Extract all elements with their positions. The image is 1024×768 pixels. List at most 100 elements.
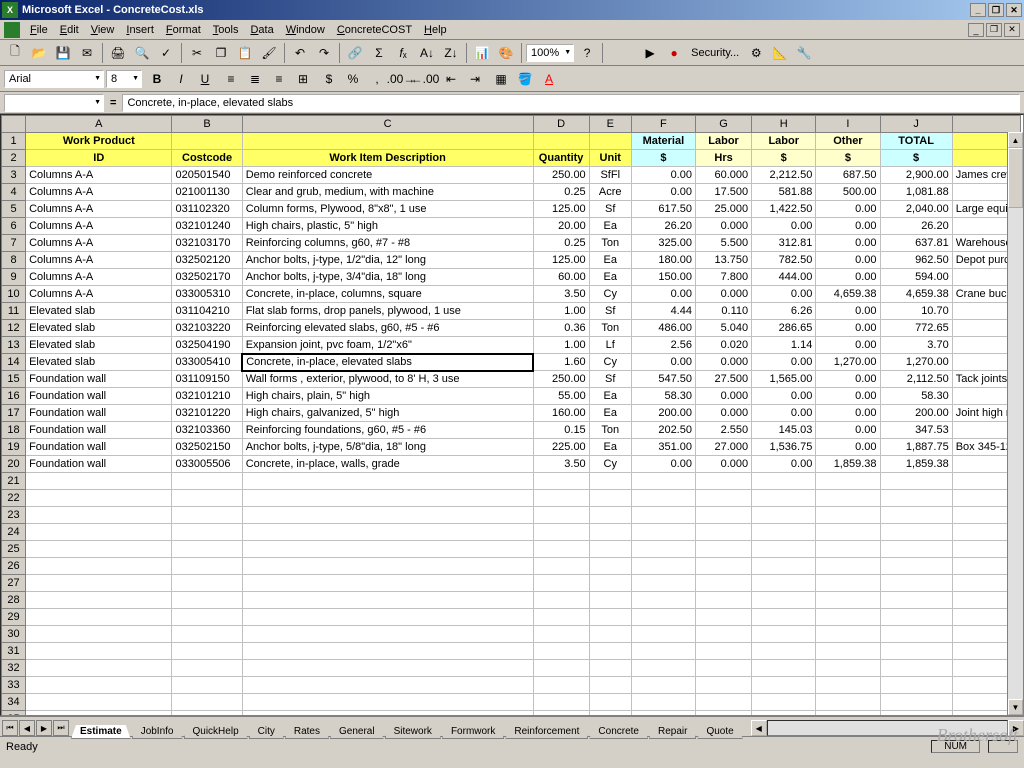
cell-F3[interactable]: 0.00 bbox=[631, 167, 695, 184]
cell-empty[interactable] bbox=[242, 694, 533, 711]
cell-A6[interactable]: Columns A-A bbox=[26, 218, 172, 235]
cell-empty[interactable] bbox=[26, 541, 172, 558]
cell-H3[interactable]: 2,212.50 bbox=[752, 167, 816, 184]
cell-empty[interactable] bbox=[589, 677, 631, 694]
cell-D14[interactable]: 1.60 bbox=[533, 354, 589, 371]
cell-E15[interactable]: Sf bbox=[589, 371, 631, 388]
cell-empty[interactable] bbox=[816, 507, 880, 524]
cell-empty[interactable] bbox=[172, 677, 242, 694]
cell-I12[interactable]: 0.00 bbox=[816, 320, 880, 337]
col-header-J[interactable]: J bbox=[880, 116, 952, 133]
cell-empty[interactable] bbox=[26, 490, 172, 507]
cell-empty[interactable] bbox=[589, 711, 631, 717]
cell-A4[interactable]: Columns A-A bbox=[26, 184, 172, 201]
cell-E20[interactable]: Cy bbox=[589, 456, 631, 473]
row-header-35[interactable]: 35 bbox=[2, 711, 26, 717]
cell-empty[interactable] bbox=[880, 575, 952, 592]
borders-button[interactable]: ▦ bbox=[490, 68, 512, 90]
cell-D5[interactable]: 125.00 bbox=[533, 201, 589, 218]
redo-button[interactable]: ↷ bbox=[313, 42, 335, 64]
design-button[interactable]: 📐 bbox=[769, 42, 791, 64]
menu-tools[interactable]: Tools bbox=[207, 22, 245, 38]
cell-empty[interactable] bbox=[695, 694, 751, 711]
col-header-G[interactable]: G bbox=[695, 116, 751, 133]
cell-E4[interactable]: Acre bbox=[589, 184, 631, 201]
save-button[interactable]: 💾 bbox=[52, 42, 74, 64]
cell-empty[interactable] bbox=[242, 660, 533, 677]
cell-F5[interactable]: 617.50 bbox=[631, 201, 695, 218]
cell-F6[interactable]: 26.20 bbox=[631, 218, 695, 235]
cell-empty[interactable] bbox=[242, 609, 533, 626]
cell-J6[interactable]: 26.20 bbox=[880, 218, 952, 235]
cell-F14[interactable]: 0.00 bbox=[631, 354, 695, 371]
cell-empty[interactable] bbox=[752, 660, 816, 677]
cell-empty[interactable] bbox=[533, 558, 589, 575]
row-header-33[interactable]: 33 bbox=[2, 677, 26, 694]
cell-empty[interactable] bbox=[589, 609, 631, 626]
cell-A8[interactable]: Columns A-A bbox=[26, 252, 172, 269]
cell-empty[interactable] bbox=[631, 643, 695, 660]
cell-empty[interactable] bbox=[695, 541, 751, 558]
fill-color-button[interactable]: 🪣 bbox=[514, 68, 536, 90]
doc-restore-button[interactable]: ❐ bbox=[986, 23, 1002, 37]
cell-C16[interactable]: High chairs, plain, 5" high bbox=[242, 388, 533, 405]
font-size-combo[interactable]: 8 bbox=[106, 70, 142, 88]
cell-C7[interactable]: Reinforcing columns, g60, #7 - #8 bbox=[242, 235, 533, 252]
cell-empty[interactable] bbox=[752, 473, 816, 490]
cell-A1[interactable]: Work Product bbox=[26, 133, 172, 150]
cell-G16[interactable]: 0.000 bbox=[695, 388, 751, 405]
cell-H4[interactable]: 581.88 bbox=[752, 184, 816, 201]
cell-G18[interactable]: 2.550 bbox=[695, 422, 751, 439]
cell-H10[interactable]: 0.00 bbox=[752, 286, 816, 303]
sheet-tab-quote[interactable]: Quote bbox=[697, 725, 742, 739]
restore-button[interactable]: ❐ bbox=[988, 3, 1004, 17]
cell-empty[interactable] bbox=[880, 592, 952, 609]
cell-J13[interactable]: 3.70 bbox=[880, 337, 952, 354]
cell-H1[interactable]: Labor bbox=[752, 133, 816, 150]
decrease-indent-button[interactable]: ⇤ bbox=[440, 68, 462, 90]
cell-empty[interactable] bbox=[172, 558, 242, 575]
cell-J1[interactable]: TOTAL bbox=[880, 133, 952, 150]
cell-I16[interactable]: 0.00 bbox=[816, 388, 880, 405]
cell-empty[interactable] bbox=[816, 575, 880, 592]
cell-I19[interactable]: 0.00 bbox=[816, 439, 880, 456]
vba-button[interactable]: ⚙ bbox=[745, 42, 767, 64]
cell-C5[interactable]: Column forms, Plywood, 8"x8", 1 use bbox=[242, 201, 533, 218]
formula-input[interactable]: Concrete, in-place, elevated slabs bbox=[122, 94, 1020, 112]
row-header-1[interactable]: 1 bbox=[2, 133, 26, 150]
cell-empty[interactable] bbox=[172, 490, 242, 507]
cell-B6[interactable]: 032101240 bbox=[172, 218, 242, 235]
cell-empty[interactable] bbox=[752, 575, 816, 592]
cell-A2[interactable]: ID bbox=[26, 150, 172, 167]
cell-empty[interactable] bbox=[695, 711, 751, 717]
underline-button[interactable]: U bbox=[194, 68, 216, 90]
cell-B4[interactable]: 021001130 bbox=[172, 184, 242, 201]
cell-F16[interactable]: 58.30 bbox=[631, 388, 695, 405]
row-header-8[interactable]: 8 bbox=[2, 252, 26, 269]
cell-empty[interactable] bbox=[533, 575, 589, 592]
cell-I13[interactable]: 0.00 bbox=[816, 337, 880, 354]
cell-G17[interactable]: 0.000 bbox=[695, 405, 751, 422]
cell-H17[interactable]: 0.00 bbox=[752, 405, 816, 422]
cell-G13[interactable]: 0.020 bbox=[695, 337, 751, 354]
cell-B7[interactable]: 032103170 bbox=[172, 235, 242, 252]
cell-empty[interactable] bbox=[880, 524, 952, 541]
cell-empty[interactable] bbox=[242, 524, 533, 541]
cell-empty[interactable] bbox=[880, 507, 952, 524]
cell-F13[interactable]: 2.56 bbox=[631, 337, 695, 354]
close-button[interactable]: ✕ bbox=[1006, 3, 1022, 17]
mail-button[interactable]: ✉ bbox=[76, 42, 98, 64]
row-header-2[interactable]: 2 bbox=[2, 150, 26, 167]
cell-empty[interactable] bbox=[695, 473, 751, 490]
cell-empty[interactable] bbox=[631, 490, 695, 507]
cell-empty[interactable] bbox=[695, 592, 751, 609]
cell-empty[interactable] bbox=[242, 558, 533, 575]
comma-button[interactable]: , bbox=[366, 68, 388, 90]
cell-empty[interactable] bbox=[533, 524, 589, 541]
cell-empty[interactable] bbox=[26, 609, 172, 626]
drawing-button[interactable]: 🎨 bbox=[495, 42, 517, 64]
col-header-B[interactable]: B bbox=[172, 116, 242, 133]
cell-F9[interactable]: 150.00 bbox=[631, 269, 695, 286]
cell-B1[interactable] bbox=[172, 133, 242, 150]
cell-E16[interactable]: Ea bbox=[589, 388, 631, 405]
